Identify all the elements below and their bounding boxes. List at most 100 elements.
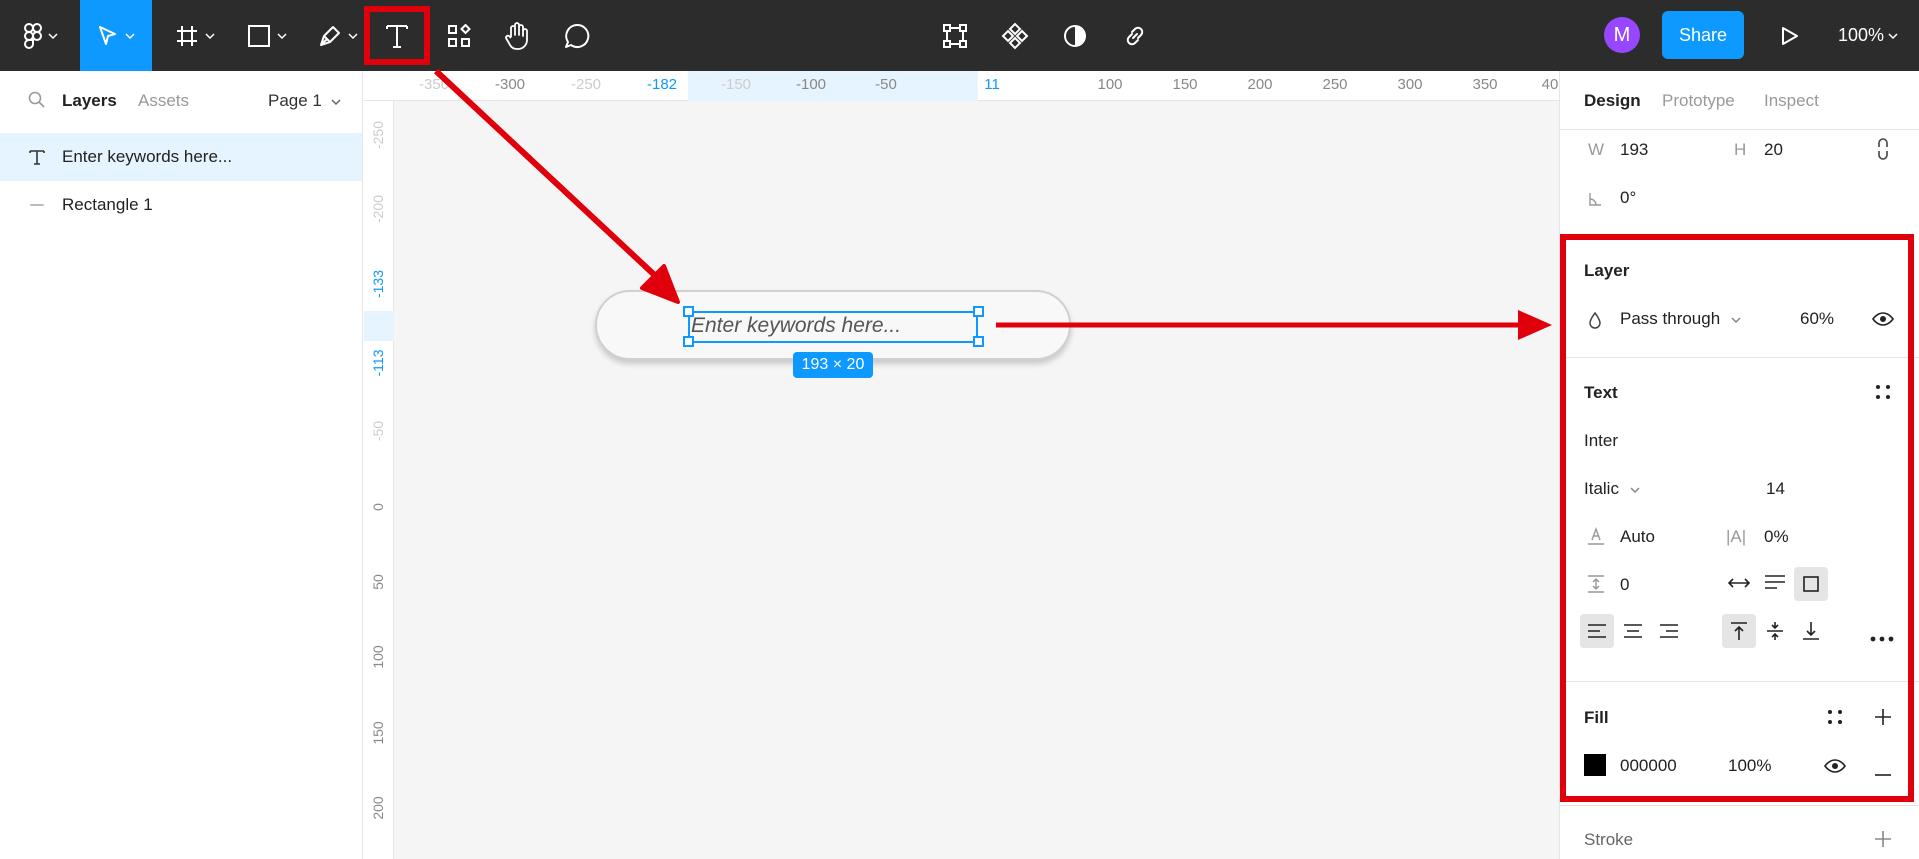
width-input[interactable]: 193 bbox=[1620, 140, 1648, 160]
chevron-down-icon bbox=[348, 32, 358, 39]
ruler-label: 250 bbox=[1322, 76, 1348, 93]
ruler-label: -150 bbox=[720, 76, 752, 93]
ruler-label: 11 bbox=[984, 76, 1000, 93]
user-avatar[interactable]: M bbox=[1604, 17, 1640, 53]
ruler-label: 150 bbox=[370, 721, 386, 745]
rotation-input[interactable]: 0° bbox=[1620, 188, 1636, 208]
ruler-label: 350 bbox=[1472, 76, 1498, 93]
shape-tool-button[interactable] bbox=[240, 0, 294, 71]
toolbar: M Share 100% bbox=[0, 0, 1919, 71]
dimension-badge: 193 × 20 bbox=[793, 352, 873, 378]
ruler-label: 150 bbox=[1172, 76, 1198, 93]
ruler-vertical: -250 -200 -133 -113 -50 0 50 100 150 200 bbox=[364, 101, 394, 859]
tab-assets[interactable]: Assets bbox=[138, 91, 189, 111]
layer-name: Rectangle 1 bbox=[62, 195, 153, 214]
layer-name: Enter keywords here... bbox=[62, 147, 233, 166]
frame-hash-icon bbox=[175, 24, 199, 48]
ruler-label: -133 bbox=[370, 269, 386, 299]
contrast-icon bbox=[1062, 23, 1088, 49]
link-button[interactable] bbox=[1110, 0, 1160, 71]
ruler-label: -50 bbox=[370, 420, 386, 442]
present-button[interactable] bbox=[1770, 0, 1810, 71]
rectangle-icon bbox=[247, 24, 271, 48]
chevron-down-icon bbox=[1888, 32, 1898, 39]
pen-icon bbox=[318, 24, 342, 48]
ruler-label: -300 bbox=[494, 76, 526, 93]
vector-edit-icon bbox=[942, 23, 968, 49]
create-component-button[interactable] bbox=[990, 0, 1040, 71]
tab-inspect[interactable]: Inspect bbox=[1764, 91, 1819, 111]
height-label: H bbox=[1734, 140, 1747, 159]
divider bbox=[1560, 129, 1919, 130]
constrain-proportions-icon[interactable] bbox=[1876, 137, 1890, 166]
ruler-label: 40 bbox=[1541, 76, 1559, 93]
ruler-label: 100 bbox=[1097, 76, 1123, 93]
chevron-down-icon bbox=[205, 32, 215, 39]
chevron-down-icon bbox=[48, 32, 58, 39]
ruler-label: 200 bbox=[370, 796, 386, 820]
ruler-label: -182 bbox=[646, 76, 678, 93]
page-selector-label: Page 1 bbox=[268, 91, 322, 110]
pen-tool-button[interactable] bbox=[310, 0, 366, 71]
resize-handle-bottom-right[interactable] bbox=[973, 336, 984, 347]
canvas[interactable]: -350 -300 -250 -182 -150 -100 -50 11 100… bbox=[364, 71, 1559, 859]
edit-object-button[interactable] bbox=[930, 0, 980, 71]
search-icon[interactable] bbox=[28, 91, 46, 109]
ruler-label: 0 bbox=[370, 503, 386, 511]
move-tool-button[interactable] bbox=[80, 0, 152, 71]
zoom-level: 100% bbox=[1838, 25, 1885, 45]
layers-panel: Layers Assets Page 1 Enter keywords here… bbox=[0, 71, 363, 859]
annotation-highlight-properties bbox=[1560, 234, 1914, 802]
comment-tool-button[interactable] bbox=[552, 0, 602, 71]
share-button[interactable]: Share bbox=[1662, 11, 1744, 59]
ruler-selection-highlight bbox=[364, 311, 394, 341]
ruler-label: -250 bbox=[570, 76, 602, 93]
cursor-arrow-icon bbox=[97, 25, 119, 47]
rotation-icon bbox=[1588, 192, 1602, 211]
tab-design[interactable]: Design bbox=[1584, 91, 1641, 111]
ruler-label: 200 bbox=[1247, 76, 1273, 93]
chevron-down-icon bbox=[331, 98, 341, 105]
resources-tool-button[interactable] bbox=[434, 0, 484, 71]
width-label: W bbox=[1588, 140, 1605, 159]
resources-icon bbox=[447, 23, 471, 48]
layer-row-text[interactable]: Enter keywords here... bbox=[0, 133, 362, 181]
text-layer-selected[interactable]: Enter keywords here... bbox=[688, 311, 978, 343]
ruler-label: -100 bbox=[795, 76, 827, 93]
rectangle-layer-icon bbox=[28, 196, 46, 214]
tab-layers[interactable]: Layers bbox=[62, 91, 117, 111]
hand-icon bbox=[505, 21, 529, 50]
chevron-down-icon bbox=[277, 32, 287, 39]
text-icon bbox=[28, 148, 46, 166]
chevron-down-icon bbox=[125, 32, 135, 39]
ruler-label: -350 bbox=[418, 76, 450, 93]
tab-prototype[interactable]: Prototype bbox=[1662, 91, 1735, 111]
height-input[interactable]: 20 bbox=[1764, 140, 1783, 160]
comment-icon bbox=[564, 23, 590, 49]
resize-handle-top-left[interactable] bbox=[683, 306, 694, 317]
ruler-label: -250 bbox=[370, 120, 386, 150]
component-icon bbox=[1001, 22, 1029, 50]
zoom-menu[interactable]: 100% bbox=[1838, 0, 1898, 71]
main-menu-button[interactable] bbox=[14, 0, 68, 71]
page-selector[interactable]: Page 1 bbox=[268, 91, 341, 111]
resize-handle-bottom-left[interactable] bbox=[683, 336, 694, 347]
ruler-label: 100 bbox=[370, 645, 386, 669]
hand-tool-button[interactable] bbox=[492, 0, 542, 71]
ruler-label: -200 bbox=[370, 194, 386, 224]
ruler-label: 300 bbox=[1397, 76, 1423, 93]
ruler-horizontal: -350 -300 -250 -182 -150 -100 -50 11 100… bbox=[364, 71, 1559, 101]
play-icon bbox=[1781, 26, 1799, 46]
left-panel-tabs: Layers Assets Page 1 bbox=[0, 71, 362, 131]
divider bbox=[1560, 805, 1919, 806]
ruler-label: -50 bbox=[875, 76, 897, 93]
frame-tool-button[interactable] bbox=[168, 0, 222, 71]
figma-logo-icon bbox=[24, 22, 42, 49]
add-stroke-icon[interactable] bbox=[1874, 830, 1892, 853]
stroke-section-title: Stroke bbox=[1584, 830, 1634, 849]
annotation-highlight-text-tool bbox=[364, 6, 430, 65]
resize-handle-top-right[interactable] bbox=[973, 306, 984, 317]
ruler-label: 50 bbox=[370, 574, 386, 590]
layer-row-rectangle[interactable]: Rectangle 1 bbox=[0, 181, 362, 229]
mask-button[interactable] bbox=[1050, 0, 1100, 71]
